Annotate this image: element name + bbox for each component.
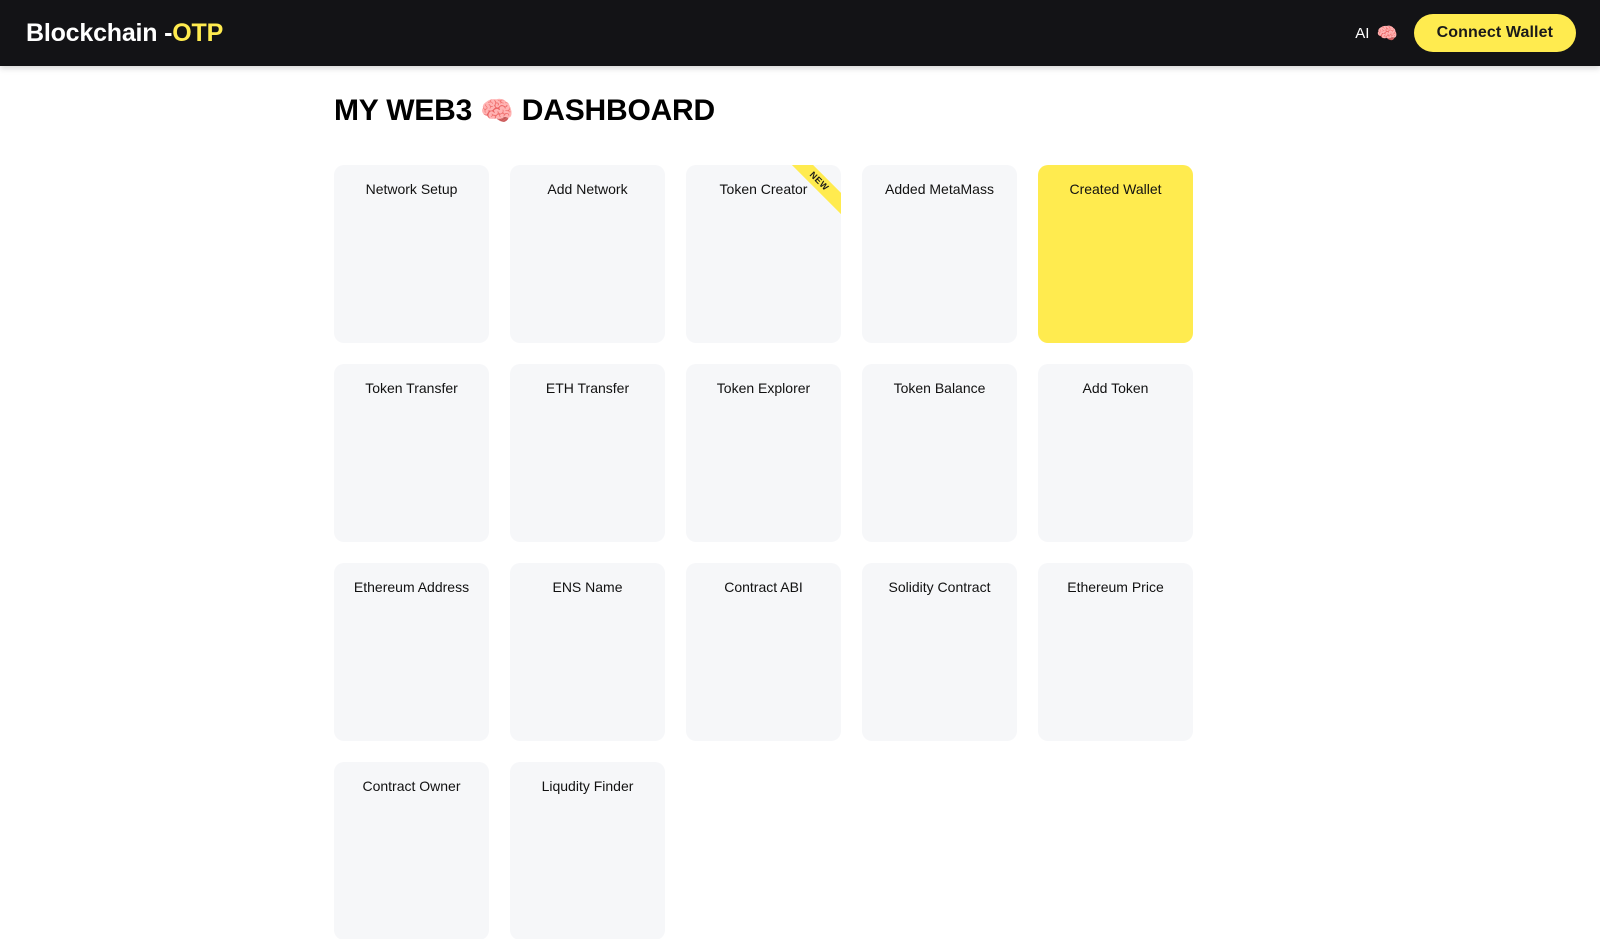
dashboard-card-label: Token Transfer — [365, 379, 458, 396]
brain-icon: 🧠 — [1376, 23, 1398, 43]
ai-menu-item[interactable]: AI 🧠 — [1355, 25, 1397, 42]
ai-label: AI — [1355, 24, 1370, 42]
dashboard-card-label: Token Creator — [719, 180, 808, 197]
dashboard-card-label: Ethereum Price — [1067, 578, 1164, 595]
dashboard-card[interactable]: Ethereum Address — [334, 562, 489, 741]
dashboard-card-label: Token Explorer — [716, 379, 811, 396]
brand-logo-main: Blockchain - — [26, 18, 173, 47]
dashboard-card-label: Ethereum Address — [353, 578, 470, 595]
dashboard-card[interactable]: Add Network — [510, 164, 665, 343]
dashboard-card[interactable]: ETH Transfer — [510, 363, 665, 542]
dashboard-card-label: ETH Transfer — [545, 379, 630, 396]
connect-wallet-button[interactable]: Connect Wallet — [1413, 14, 1576, 52]
dashboard-card-label: Liqudity Finder — [541, 777, 634, 794]
dashboard-card[interactable]: Token Transfer — [334, 363, 489, 542]
page-content-container: MY WEB3 🧠 DASHBOARD Network Setup Add Net… — [334, 66, 1600, 939]
dashboard-card-label: Solidity Contract — [888, 578, 991, 595]
dashboard-card-label: Contract Owner — [362, 777, 461, 794]
dashboard-card[interactable]: Contract Owner — [334, 761, 489, 939]
page-title: MY WEB3 🧠 DASHBOARD — [334, 78, 1600, 130]
dashboard-card-label: Contract ABI — [724, 578, 803, 595]
page-title-prefix: MY WEB3 — [334, 94, 473, 127]
dashboard-card-label: Token Balance — [893, 379, 986, 396]
dashboard-card[interactable]: Network Setup — [334, 164, 489, 343]
page-title-suffix: DASHBOARD — [521, 94, 715, 127]
brand-logo[interactable]: Blockchain -OTP — [26, 18, 224, 47]
dashboard-card-label: ENS Name — [552, 578, 623, 595]
dashboard-card[interactable]: Solidity Contract — [862, 562, 1017, 741]
brand-logo-accent: OTP — [172, 18, 224, 47]
dashboard-card[interactable]: Created Wallet — [1038, 164, 1193, 343]
dashboard-card[interactable]: Contract ABI — [686, 562, 841, 741]
dashboard-card[interactable]: Added MetaMass — [862, 164, 1017, 343]
dashboard-card[interactable]: Add Token — [1038, 363, 1193, 542]
top-header-bar: Blockchain -OTP AI 🧠 Connect Wallet — [0, 0, 1600, 66]
dashboard-card-label: Network Setup — [365, 180, 458, 197]
header-actions: AI 🧠 Connect Wallet — [1355, 14, 1576, 52]
dashboard-card[interactable]: Token Explorer — [686, 363, 841, 542]
dashboard-card-label: Created Wallet — [1069, 180, 1162, 197]
dashboard-card[interactable]: ENS Name — [510, 562, 665, 741]
dashboard-card[interactable]: Ethereum Price — [1038, 562, 1193, 741]
dashboard-card-label: Added MetaMass — [885, 180, 994, 197]
dashboard-card[interactable]: Liqudity Finder — [510, 761, 665, 939]
page-body: MY WEB3 🧠 DASHBOARD Network Setup Add Net… — [0, 66, 1600, 939]
dashboard-card[interactable]: Token Balance — [862, 363, 1017, 542]
brain-icon: 🧠 — [480, 96, 514, 126]
dashboard-card-label: Add Network — [547, 180, 628, 197]
dashboard-card[interactable]: Token Creator NEW — [686, 164, 841, 343]
dashboard-card-grid: Network Setup Add Network Token Creator NEW… — [334, 164, 1600, 939]
dashboard-card-label: Add Token — [1082, 379, 1149, 396]
